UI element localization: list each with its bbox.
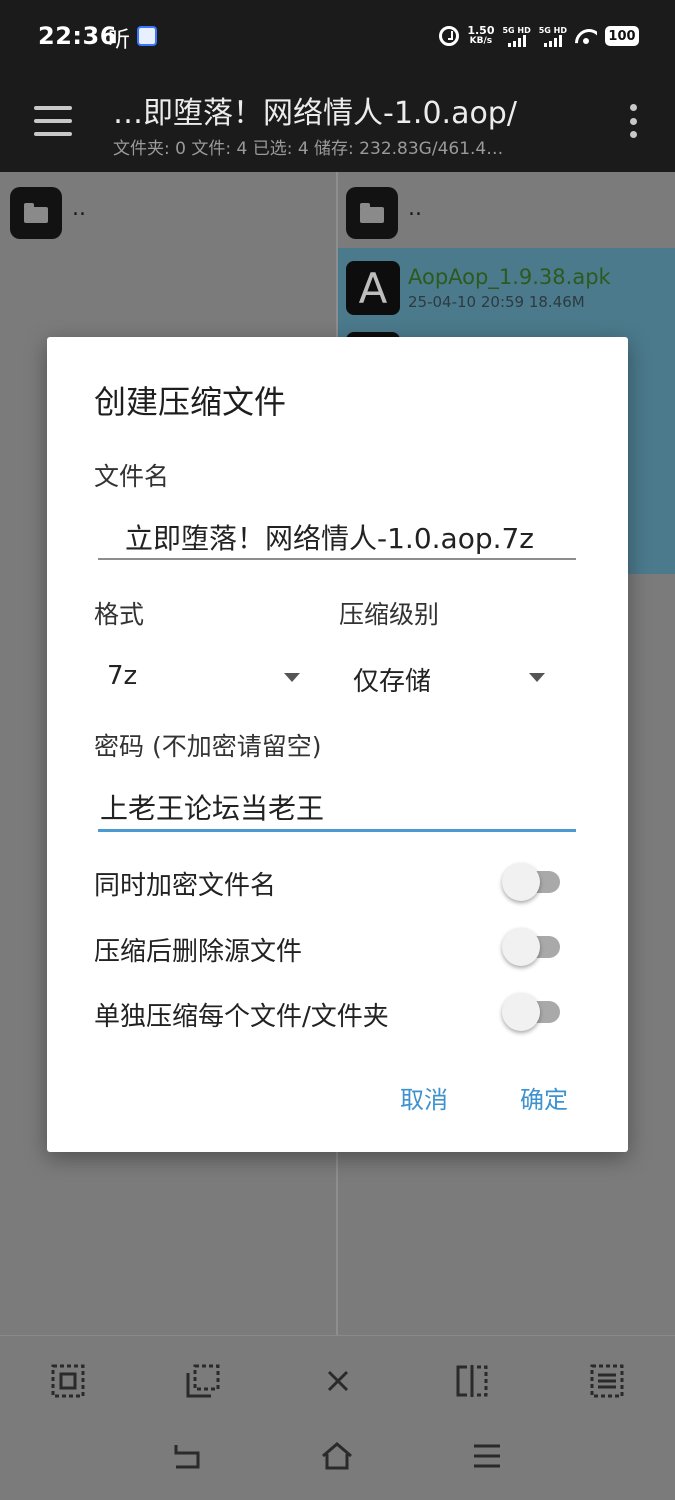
- file-row[interactable]: A AopAop_1.9.38.apk 25-04-10 20:59 18.46…: [346, 258, 611, 318]
- close-icon[interactable]: [321, 1364, 355, 1398]
- select-range-icon[interactable]: [186, 1364, 220, 1398]
- folder-icon: [346, 187, 398, 239]
- format-label: 格式: [94, 600, 145, 629]
- ting-indicator: 听: [108, 28, 131, 53]
- password-input[interactable]: 上老王论坛当老王: [100, 787, 570, 827]
- network-speed-unit: KB/s: [469, 36, 493, 46]
- parent-folder-label: ..: [72, 195, 86, 221]
- parent-folder-label: ..: [408, 195, 422, 221]
- path-title: …即堕落！网络情人-1.0.aop/: [113, 96, 517, 131]
- drawer-menu-icon[interactable]: [34, 106, 72, 136]
- battery-icon: 100: [605, 26, 639, 46]
- filename-input[interactable]: 立即堕落！网络情人-1.0.aop.7z: [125, 517, 575, 557]
- sim2-signal: 5G HD: [539, 26, 567, 47]
- separate-archives-switch[interactable]: [502, 993, 560, 1031]
- home-icon[interactable]: [320, 1441, 354, 1471]
- level-label: 压缩级别: [339, 600, 440, 629]
- list-view-icon[interactable]: [590, 1364, 624, 1398]
- overflow-menu-icon[interactable]: [629, 104, 637, 138]
- signal-bars-icon: [507, 34, 526, 47]
- sim1-label: 5G HD: [502, 25, 531, 35]
- file-name: AopAop_1.9.38.apk: [408, 265, 611, 289]
- ok-button[interactable]: 确定: [520, 1080, 568, 1115]
- separate-archives-label: 单独压缩每个文件/文件夹: [94, 1002, 389, 1032]
- network-speed: 1.50 KB/s: [467, 25, 494, 47]
- sim2-label: 5G HD: [538, 25, 567, 35]
- status-bar: 22:36 听 1.50 KB/s 5G HD 5G HD 100: [0, 0, 675, 72]
- bottom-toolbar: [0, 1335, 675, 1425]
- parent-folder-row[interactable]: ..: [10, 186, 86, 240]
- select-all-icon[interactable]: [51, 1364, 85, 1398]
- encrypt-filenames-label: 同时加密文件名: [94, 871, 277, 901]
- chevron-down-icon: [529, 673, 545, 682]
- delete-source-label: 压缩后删除源文件: [94, 937, 303, 967]
- encrypt-filenames-switch[interactable]: [502, 863, 560, 901]
- notification-app-icon: [137, 26, 157, 46]
- format-value: 7z: [107, 661, 138, 691]
- signal-bars-icon: [543, 34, 562, 47]
- network-speed-value: 1.50: [467, 24, 495, 37]
- cancel-button[interactable]: 取消: [400, 1080, 448, 1115]
- level-value: 仅存储: [353, 667, 432, 697]
- apk-file-icon: A: [346, 261, 400, 315]
- clock: 22:36: [38, 22, 117, 50]
- create-archive-dialog: 创建压缩文件 文件名 立即堕落！网络情人-1.0.aop.7z 格式 压缩级别 …: [47, 337, 628, 1152]
- system-nav-bar: [0, 1425, 675, 1500]
- delete-source-switch[interactable]: [502, 928, 560, 966]
- password-label: 密码 (不加密请留空): [94, 732, 322, 761]
- app-bar: …即堕落！网络情人-1.0.aop/ 文件夹: 0 文件: 4 已选: 4 储存…: [0, 72, 675, 172]
- status-icons: 1.50 KB/s 5G HD 5G HD 100: [439, 22, 639, 50]
- chevron-down-icon: [284, 673, 300, 682]
- alarm-icon: [439, 26, 460, 46]
- filename-underline: [98, 558, 576, 560]
- sim1-signal: 5G HD: [502, 25, 531, 47]
- folder-icon: [10, 187, 62, 239]
- path-summary: 文件夹: 0 文件: 4 已选: 4 储存: 232.83G/461.4…: [113, 139, 504, 159]
- file-info: 25-04-10 20:59 18.46M: [408, 293, 585, 311]
- menu-icon[interactable]: [470, 1441, 504, 1471]
- compare-split-icon[interactable]: [455, 1364, 489, 1398]
- parent-folder-row[interactable]: ..: [346, 186, 422, 240]
- password-underline: [98, 829, 576, 832]
- wifi-icon: [575, 27, 597, 45]
- back-icon[interactable]: [170, 1441, 204, 1471]
- dialog-title: 创建压缩文件: [94, 383, 287, 421]
- filename-label: 文件名: [94, 462, 170, 491]
